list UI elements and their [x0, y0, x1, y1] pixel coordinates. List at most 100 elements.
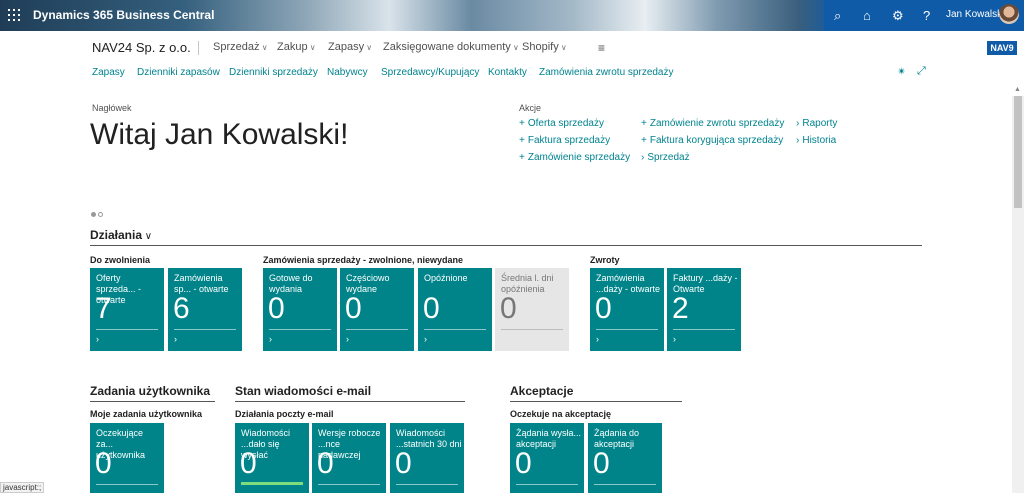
chevron-down-icon: ∨ [259, 43, 268, 52]
app-launcher-icon[interactable] [8, 9, 20, 21]
cue-tile[interactable]: Faktury ...daży - Otwarte 2 › [667, 268, 741, 351]
divider [174, 329, 236, 330]
cue-tile[interactable]: Częściowo wydane 0 › [340, 268, 414, 351]
company-name[interactable]: NAV24 Sp. z o.o. [92, 40, 191, 55]
chevron-down-icon: ∨ [307, 43, 316, 52]
part-title[interactable]: Stan wiadomości e-mail [235, 384, 371, 398]
scrollbar[interactable] [1012, 96, 1024, 493]
action-link[interactable]: + Faktura korygująca sprzedaży [641, 135, 783, 146]
action-link[interactable]: + Faktura sprzedaży [519, 135, 610, 146]
part-title[interactable]: Akceptacje [510, 384, 573, 398]
avatar[interactable] [999, 4, 1019, 24]
divider [269, 329, 331, 330]
top-navigation: Sprzedaż ∨ Zakup ∨ Zapasy ∨ Zaksięgowane… [198, 41, 567, 55]
cue-tile[interactable]: Wiadomości ...statnich 30 dni 0 [390, 423, 464, 493]
divider [594, 484, 656, 485]
chevron-right-icon: › [641, 152, 645, 163]
action-link[interactable]: + Zamówienie zwrotu sprzedaży [641, 118, 784, 129]
user-name[interactable]: Jan Kowalski [946, 9, 1004, 20]
bell-icon[interactable]: ⌂ [863, 8, 871, 23]
chevron-right-icon: › [269, 334, 272, 344]
part-title[interactable]: Zadania użytkownika [90, 384, 210, 398]
pager-dot [91, 212, 96, 217]
plus-icon: + [519, 135, 525, 146]
cue-tile[interactable]: Opóźnione 0 › [418, 268, 492, 351]
subnav-link[interactable]: Sprzedawcy/Kupujący [381, 67, 479, 78]
help-icon[interactable]: ? [923, 8, 930, 23]
headline-pager[interactable] [91, 204, 105, 222]
plus-icon: + [519, 118, 525, 129]
expand-icon[interactable]: ⤢ [917, 65, 926, 78]
tile-value: 0 [345, 292, 362, 325]
tile-value: 0 [595, 292, 612, 325]
cue-tile[interactable]: Oczekujące za... użytkownika 0 [90, 423, 164, 493]
subnav-link[interactable]: Zamówienia zwrotu sprzedaży [539, 67, 674, 78]
divider [96, 484, 158, 485]
chevron-right-icon: › [596, 334, 599, 344]
tile-value: 0 [423, 292, 440, 325]
subnav-link[interactable]: Kontakty [488, 67, 527, 78]
chevron-down-icon: ∨ [558, 43, 567, 52]
search-icon[interactable]: ⌕ [834, 8, 841, 24]
divider [424, 329, 486, 330]
tile-value: 2 [672, 292, 689, 325]
gear-icon[interactable]: ⚙ [892, 8, 904, 24]
subnav-link[interactable]: Nabywcy [327, 67, 368, 78]
personalize-icon[interactable]: ✴ [897, 65, 906, 78]
chevron-right-icon: › [424, 334, 427, 344]
plus-icon: + [519, 152, 525, 163]
chevron-down-icon: ∨ [510, 43, 519, 52]
more-menu-icon[interactable]: ≡ [598, 41, 605, 55]
nav-menu-inventory[interactable]: Zapasy ∨ [328, 41, 372, 53]
chevron-down-icon: ∨ [142, 231, 153, 242]
nav-menu-sales[interactable]: Sprzedaż ∨ [213, 41, 268, 53]
activities-title[interactable]: Działania ∨ [90, 228, 152, 242]
action-link[interactable]: › Historia [796, 135, 836, 146]
nav-menu-purchase[interactable]: Zakup ∨ [277, 41, 316, 53]
actions-caption: Akcje [519, 103, 542, 113]
divider [501, 329, 563, 330]
action-link[interactable]: › Raporty [796, 118, 837, 129]
divider [510, 401, 682, 402]
divider [396, 484, 458, 485]
tile-value: 0 [268, 292, 285, 325]
tile-value: 0 [593, 447, 610, 480]
cue-tile[interactable]: Żądania do akceptacji 0 [588, 423, 662, 493]
scrollbar-thumb[interactable] [1014, 96, 1022, 208]
product-name[interactable]: Dynamics 365 Business Central [33, 8, 214, 22]
cue-tile[interactable]: Oferty sprzeda... - otwarte 7 › [90, 268, 164, 351]
cue-tile[interactable]: Wersje robocze ...nce nadawczej 0 [312, 423, 386, 493]
group-title: Do zwolnienia [90, 255, 151, 265]
group-title: Moje zadania użytkownika [90, 409, 203, 419]
cue-tile[interactable]: Żądania wysła... akceptacji 0 [510, 423, 584, 493]
tile-value: 0 [240, 447, 257, 480]
group-title: Zamówienia sprzedaży - zwolnione, niewyd… [263, 255, 464, 265]
subnav-link[interactable]: Dzienniki sprzedaży [229, 67, 318, 78]
progress-bar [241, 482, 303, 485]
cue-tile[interactable]: Zamówienia sp... - otwarte 6 › [168, 268, 242, 351]
subnav-link[interactable]: Zapasy [92, 67, 125, 78]
cue-tile[interactable]: Zamówienia ...daży - otwarte 0 › [590, 268, 664, 351]
cue-tile[interactable]: Średnia l. dni opóźnienia 0 [495, 268, 569, 351]
divider [673, 329, 735, 330]
action-link[interactable]: + Oferta sprzedaży [519, 118, 604, 129]
action-link[interactable]: + Zamówienie sprzedaży [519, 152, 630, 163]
tile-label: Opóźnione [424, 273, 468, 283]
cue-tile[interactable]: Gotowe do wydania 0 › [263, 268, 337, 351]
divider [235, 401, 465, 402]
chevron-right-icon: › [174, 334, 177, 344]
nav-menu-shopify[interactable]: Shopify ∨ [522, 41, 567, 53]
chevron-right-icon: › [796, 135, 800, 146]
subnav-link[interactable]: Dzienniki zapasów [137, 67, 220, 78]
cue-tile[interactable]: Wiadomości ...dało się wysłać 0 [235, 423, 309, 493]
nav-menu-posted-documents[interactable]: Zaksięgowane dokumenty ∨ [383, 41, 519, 53]
chevron-right-icon: › [796, 118, 800, 129]
chevron-down-icon: ∨ [364, 43, 373, 52]
tile-value: 0 [95, 447, 112, 480]
scroll-up-icon[interactable]: ▲ [1014, 86, 1021, 93]
pager-dot [98, 212, 103, 217]
action-link[interactable]: › Sprzedaż [641, 152, 690, 163]
tile-value: 7 [95, 292, 112, 325]
tile-value: 6 [173, 292, 190, 325]
divider [318, 484, 380, 485]
